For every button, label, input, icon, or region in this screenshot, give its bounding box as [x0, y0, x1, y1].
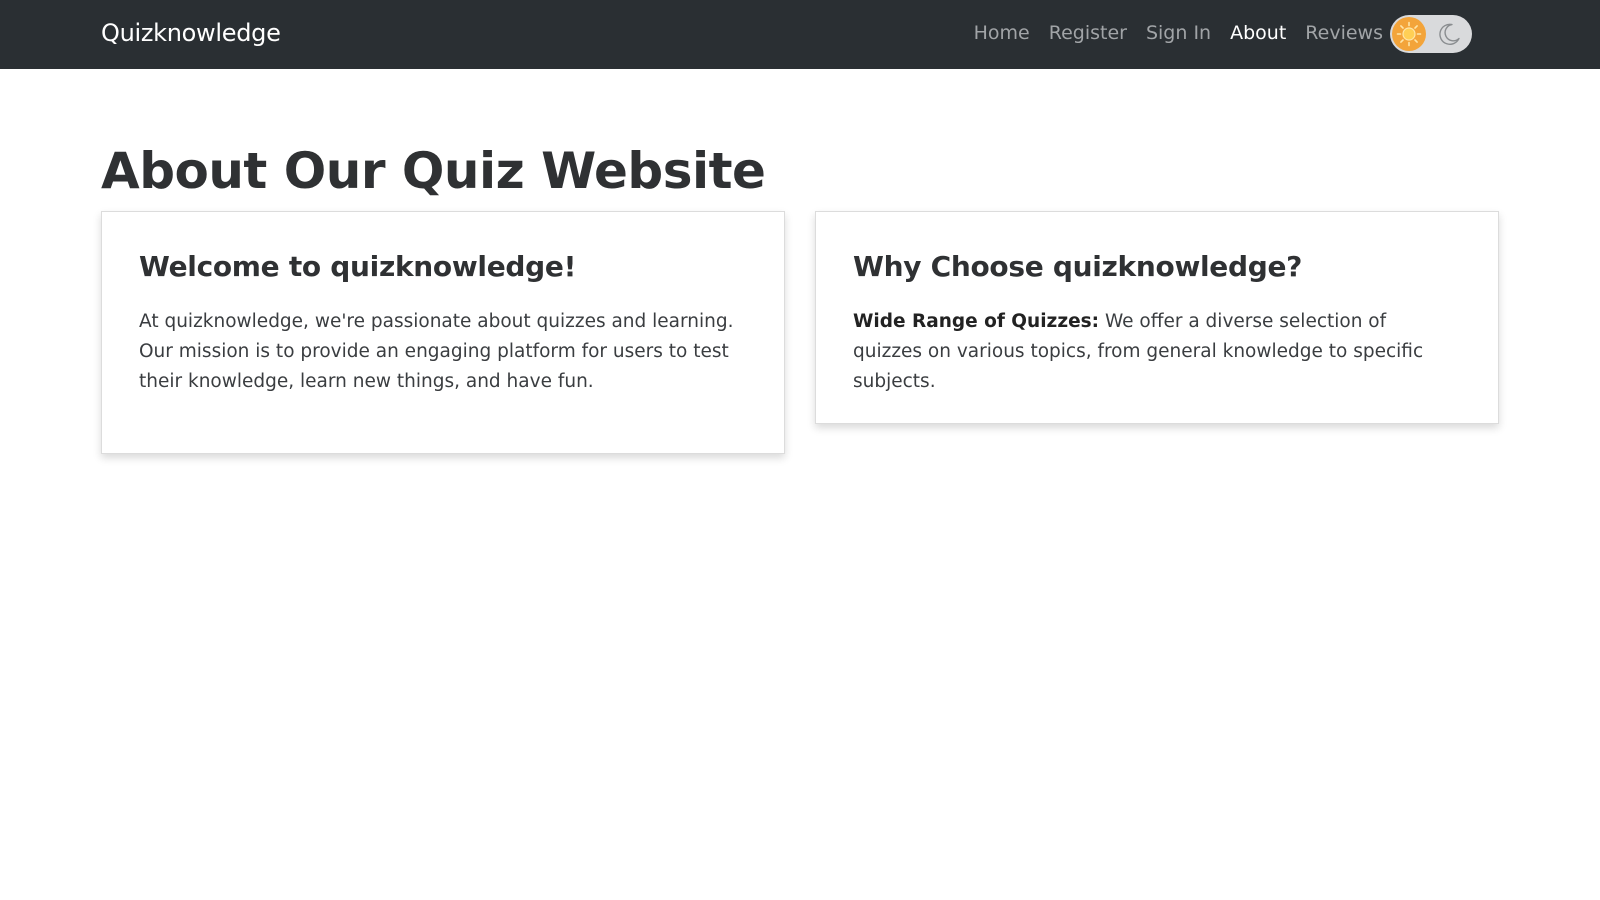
why-choose-card: Why Choose quizknowledge? Wide Range of …	[815, 211, 1499, 424]
nav-link-sign-in[interactable]: Sign In	[1146, 22, 1211, 44]
feature-label: Wide Range of Quizzes:	[853, 311, 1100, 332]
card-title: Why Choose quizknowledge?	[853, 250, 1303, 283]
brand-logo[interactable]: Quizknowledge	[101, 19, 281, 47]
nav-link-home[interactable]: Home	[974, 22, 1030, 44]
page-title: About Our Quiz Website	[101, 142, 766, 200]
nav-link-about[interactable]: About	[1230, 22, 1286, 44]
nav-link-register[interactable]: Register	[1049, 22, 1127, 44]
moon-icon	[1439, 23, 1460, 45]
welcome-card: Welcome to quizknowledge! At quizknowled…	[101, 211, 785, 454]
nav-link-reviews[interactable]: Reviews	[1305, 22, 1383, 44]
sun-icon	[1396, 21, 1422, 47]
card-title: Welcome to quizknowledge!	[139, 250, 577, 283]
card-text: At quizknowledge, we're passionate about…	[139, 311, 734, 392]
nav-links: Home Register Sign In About Reviews	[974, 22, 1383, 44]
card-text: Wide Range of Quizzes: We offer a divers…	[853, 307, 1461, 397]
navbar: Quizknowledge Home Register Sign In Abou…	[0, 0, 1600, 69]
toggle-knob	[1392, 17, 1426, 51]
theme-toggle[interactable]	[1390, 15, 1472, 53]
